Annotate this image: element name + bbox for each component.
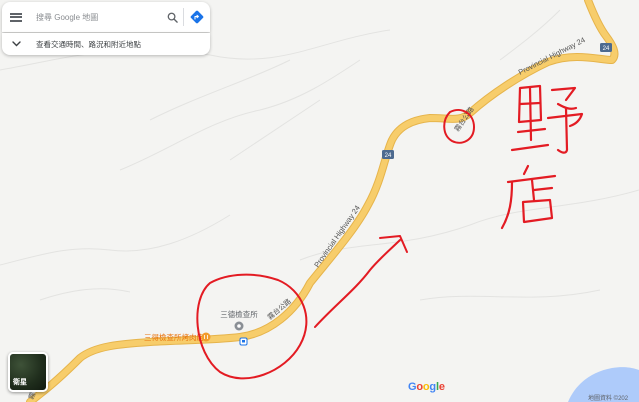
map-data-attribution[interactable]: 地圖資料 ©202 [588,393,628,402]
search-input[interactable] [30,5,161,29]
highway-shield-24-right: 24 [600,43,612,52]
google-logo: Google [408,381,445,393]
annotation-circle-large [196,273,308,380]
satellite-label: 衛星 [13,379,27,386]
restaurant-label: 三得檢查所烤肉店 [144,332,204,342]
checkpoint-poi[interactable]: 三德檢查所 [220,309,258,331]
directions-icon [190,10,204,24]
satellite-layer-button[interactable]: 衛星 [8,352,48,392]
directions-button[interactable] [184,2,210,32]
terrain-contour [149,59,291,121]
terrain-contour [0,214,231,266]
terrain-contour [39,288,131,301]
highway-shield-24-middle-label: 24 [385,153,392,159]
google-logo-letter: e [438,381,445,393]
menu-button[interactable] [2,2,30,32]
search-box [2,2,210,32]
restaurant-pin-icon [201,332,211,342]
road-label-provincial-highway-middle: Provincial Highway 24 [312,204,362,270]
map-canvas[interactable]: 24 24 Provincial Highway 24 Provincial H… [0,0,639,402]
terrain-contour [229,99,321,161]
handwritten-text-yedian [500,84,584,230]
explore-nearby-label: 查看交通時間、路況和附近地點 [36,39,141,49]
highway-shield-24-right-label: 24 [603,46,610,52]
bus-stop-icon[interactable] [239,337,248,346]
highway-shield-24-middle: 24 [382,150,394,159]
terrain-contour [419,289,601,301]
google-logo-letter: G [408,381,417,393]
explore-nearby-bar[interactable]: 查看交通時間、路況和附近地點 [2,33,210,55]
chevron-down-icon [2,41,30,47]
search-icon [167,12,178,23]
checkpoint-label: 三德檢查所 [220,309,258,319]
hamburger-menu-icon [10,12,22,22]
search-button[interactable] [161,2,183,32]
